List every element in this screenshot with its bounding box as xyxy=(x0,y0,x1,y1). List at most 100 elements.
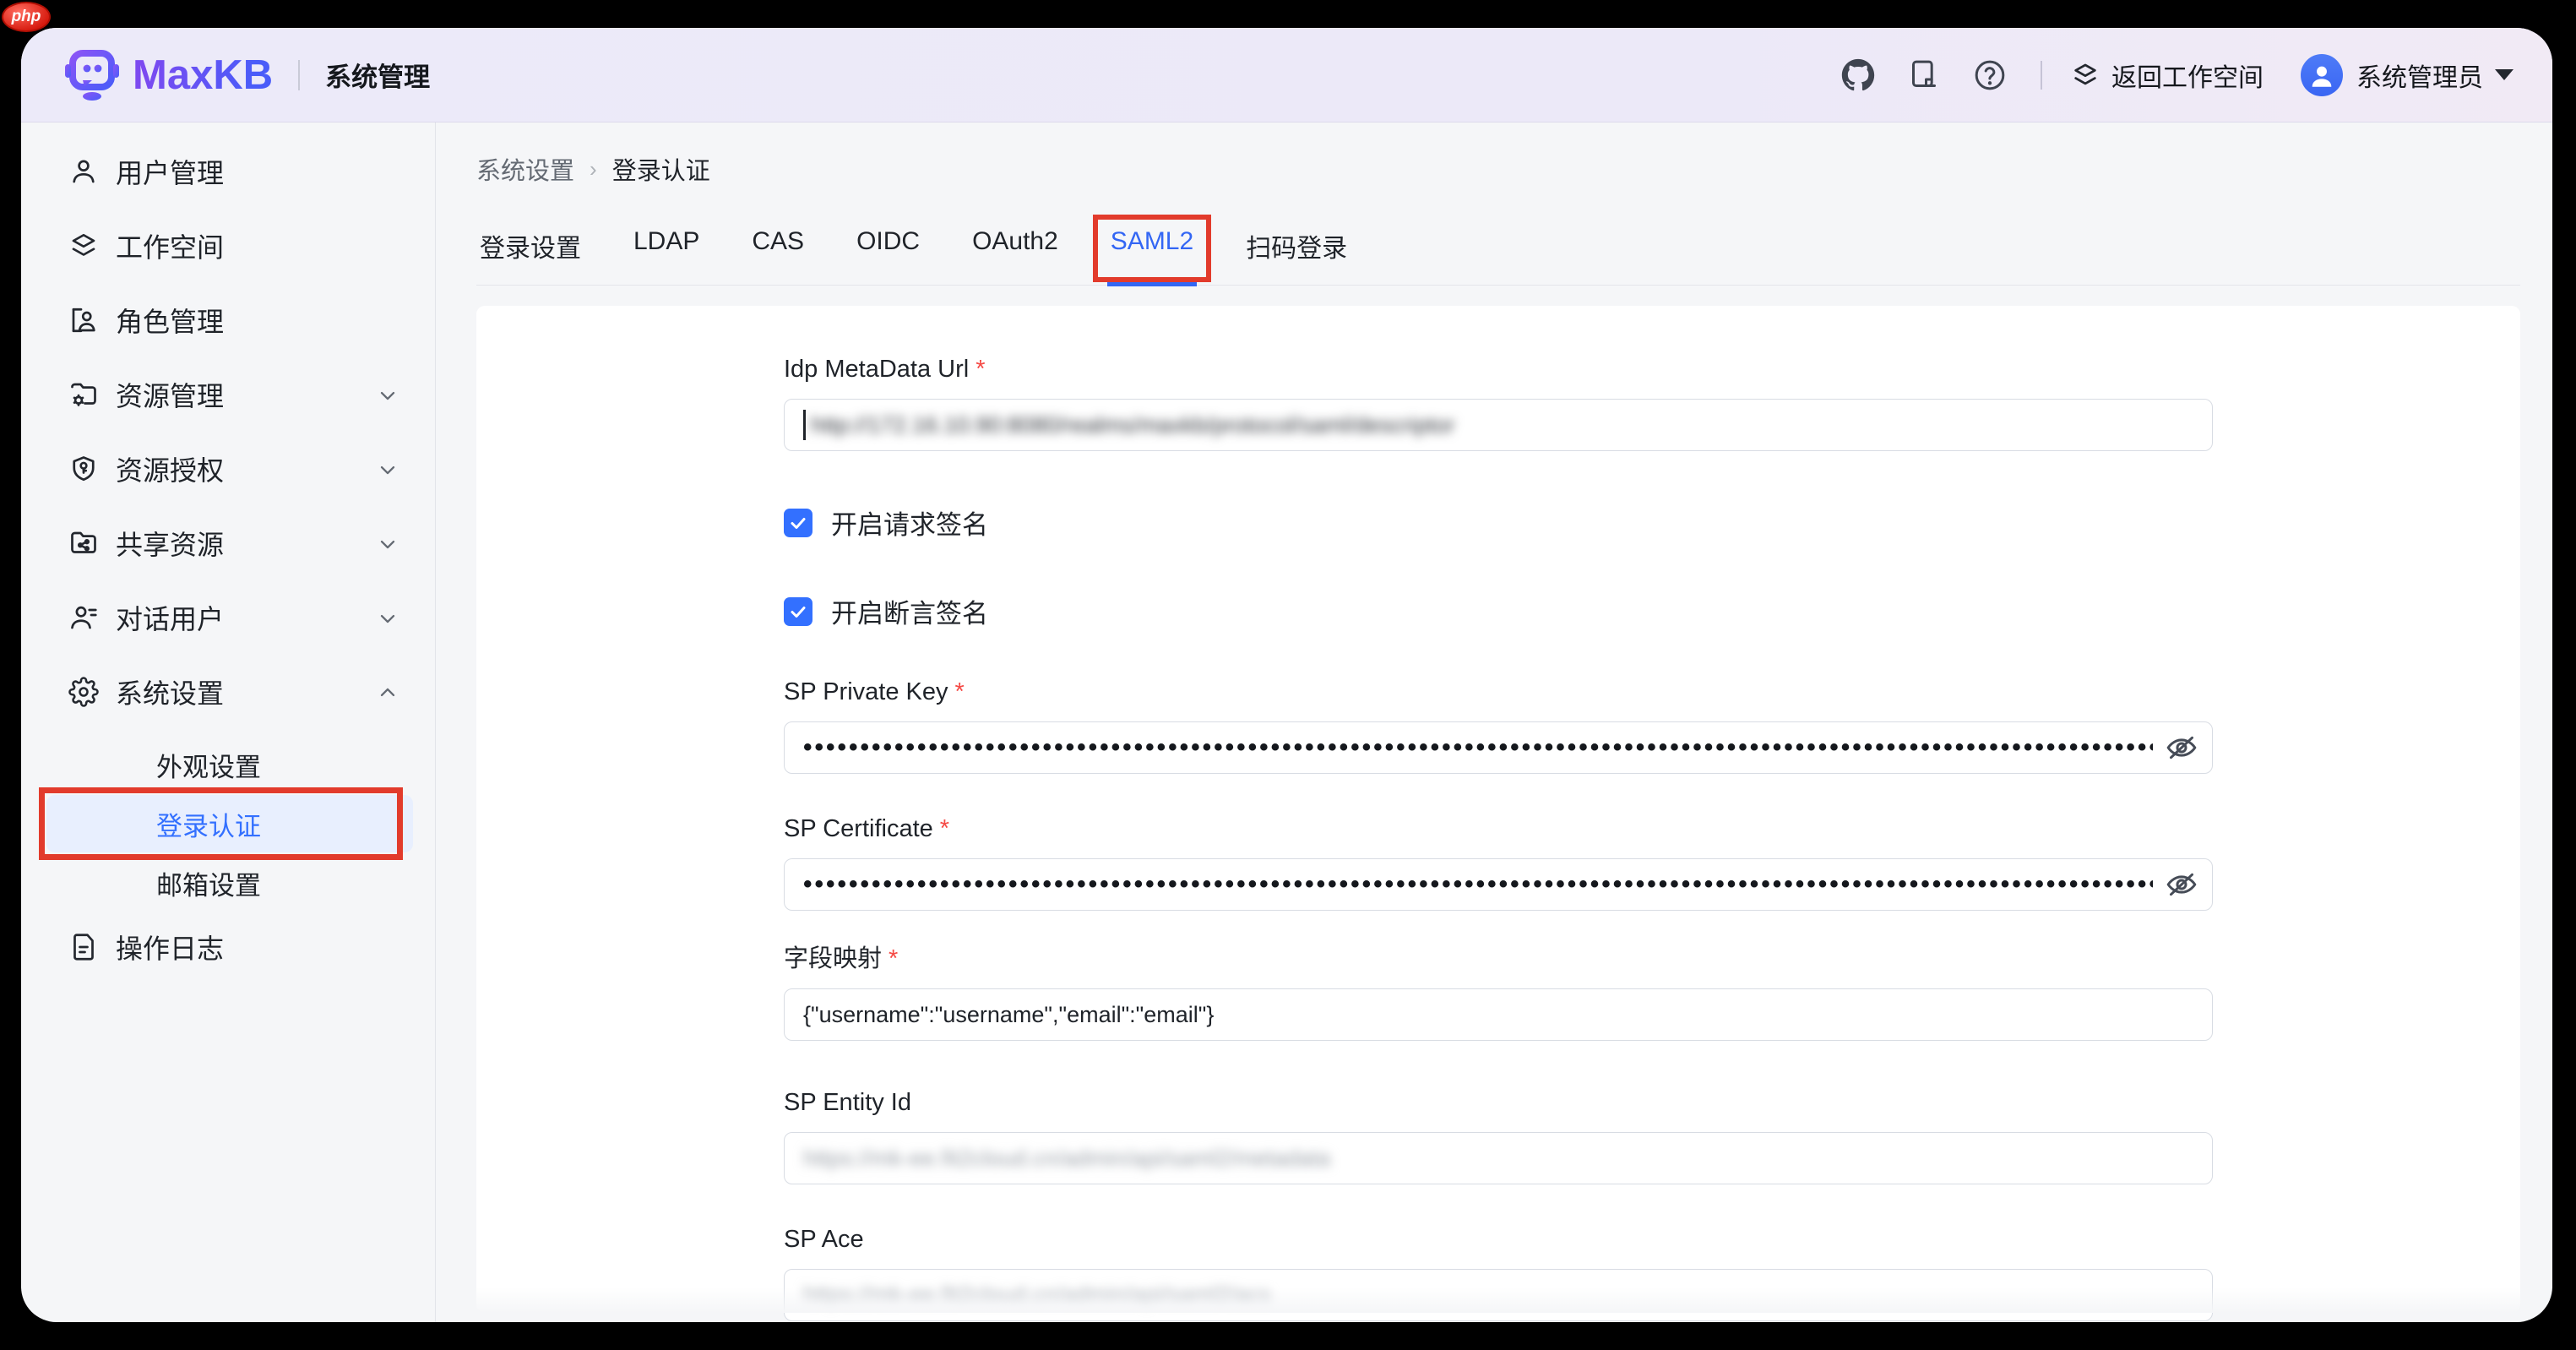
field-label-text: SP Certificate xyxy=(784,815,933,842)
sidebar-subitem-email-settings[interactable]: 邮箱设置 xyxy=(46,854,413,912)
checkbox-checked[interactable] xyxy=(784,509,812,537)
header-divider xyxy=(2041,61,2042,90)
eye-off-icon[interactable] xyxy=(2165,731,2198,765)
field-mapping-input[interactable]: {"username":"username","email":"email"} xyxy=(784,988,2213,1041)
avatar[interactable] xyxy=(2301,54,2343,96)
sp-ace-input[interactable]: https://mk-ee.fit2cloud.cn/admin/api/sam… xyxy=(784,1269,2213,1321)
sidebar-subitem-login-authentication[interactable]: 登录认证 xyxy=(46,795,413,852)
sidebar-item-workspace[interactable]: 工作空间 xyxy=(46,215,413,276)
field-label: SP Entity Id xyxy=(784,1088,2213,1117)
field-sp-certificate: SP Certificate * ••••••••••••••••••••••••… xyxy=(784,814,2213,911)
gear-icon xyxy=(68,677,99,707)
maxkb-robot-logo-icon xyxy=(65,48,119,102)
sidebar-subitem-label: 邮箱设置 xyxy=(156,864,261,902)
tab-oauth2[interactable]: OAuth2 xyxy=(969,227,1062,285)
folder-share-icon xyxy=(68,528,99,558)
eye-off-icon[interactable] xyxy=(2165,868,2198,901)
sidebar-item-system-settings[interactable]: 系统设置 xyxy=(46,661,413,722)
user-name[interactable]: 系统管理员 xyxy=(2356,57,2483,94)
checkbox-label[interactable]: 开启断言签名 xyxy=(831,592,988,630)
field-label: SP Private Key * xyxy=(784,678,2213,706)
field-label-text: SP Private Key xyxy=(784,678,948,705)
sidebar-item-label: 系统设置 xyxy=(116,672,224,711)
text-cursor xyxy=(803,410,806,440)
sidebar-item-label: 对话用户 xyxy=(116,598,224,637)
top-header: MaxKB 系统管理 xyxy=(21,28,2552,122)
tab-login-settings[interactable]: 登录设置 xyxy=(476,227,584,285)
sidebar-item-label: 用户管理 xyxy=(116,152,224,191)
sp-entity-id-input[interactable]: https://mk-ee.fit2cloud.cn/admin/api/sam… xyxy=(784,1132,2213,1184)
tab-ldap[interactable]: LDAP xyxy=(630,227,703,285)
sidebar-item-label: 资源授权 xyxy=(116,449,224,488)
sidebar-item-label: 角色管理 xyxy=(116,301,224,340)
idp-metadata-url-input[interactable]: http://172.16.10.90:8080/realms/maxkb/pr… xyxy=(784,399,2213,451)
tab-qr-login[interactable]: 扫码登录 xyxy=(1242,227,1350,285)
help-icon[interactable] xyxy=(1973,58,2007,92)
sidebar-item-chat-users[interactable]: 对话用户 xyxy=(46,587,413,648)
sp-private-key-input[interactable]: ••••••••••••••••••••••••••••••••••••••••… xyxy=(784,721,2213,774)
sidebar: 用户管理 工作空间 角色管理 资源管理 xyxy=(21,122,436,1322)
tab-label: CAS xyxy=(752,227,804,255)
layers-icon xyxy=(68,231,99,261)
tab-saml2[interactable]: SAML2 xyxy=(1107,227,1197,285)
tab-oidc[interactable]: OIDC xyxy=(853,227,923,285)
sidebar-item-resource-authorization[interactable]: 资源授权 xyxy=(46,438,413,499)
chevron-down-icon xyxy=(376,606,399,629)
sidebar-item-role-management[interactable]: 角色管理 xyxy=(46,290,413,351)
sidebar-item-shared-resources[interactable]: 共享资源 xyxy=(46,513,413,574)
maxkb-logo-text[interactable]: MaxKB xyxy=(133,52,273,99)
field-label: SP Ace xyxy=(784,1225,2213,1254)
github-icon[interactable] xyxy=(1841,58,1875,92)
back-to-workspace-label: 返回工作空间 xyxy=(2111,57,2264,94)
log-icon xyxy=(68,932,99,962)
app-body: 用户管理 工作空间 角色管理 资源管理 xyxy=(21,122,2552,1322)
back-to-workspace-button[interactable]: 返回工作空间 xyxy=(2071,57,2264,94)
app-title: 系统管理 xyxy=(325,56,430,94)
blurred-value: https://mk-ee.fit2cloud.cn/admin/api/sam… xyxy=(803,1282,1271,1309)
required-asterisk: * xyxy=(976,356,985,383)
sidebar-item-label: 工作空间 xyxy=(116,226,224,265)
role-icon xyxy=(68,305,99,335)
required-asterisk: * xyxy=(889,945,898,972)
saml2-form: Idp MetaData Url* http://172.16.10.90:80… xyxy=(784,306,2213,1321)
required-asterisk: * xyxy=(955,678,965,705)
masked-password-value: ••••••••••••••••••••••••••••••••••••••••… xyxy=(803,733,2153,762)
sp-certificate-input[interactable]: ••••••••••••••••••••••••••••••••••••••••… xyxy=(784,858,2213,911)
field-idp-metadata-url: Idp MetaData Url* http://172.16.10.90:80… xyxy=(784,355,2213,451)
caret-down-icon[interactable] xyxy=(2495,69,2514,80)
user-icon xyxy=(68,156,99,187)
field-sp-ace: SP Ace https://mk-ee.fit2cloud.cn/admin/… xyxy=(784,1225,2213,1321)
docs-icon[interactable] xyxy=(1907,58,1941,92)
tab-label: 扫码登录 xyxy=(1246,235,1347,263)
sign-assertion-checkbox-row: 开启断言签名 xyxy=(784,592,2213,630)
checkbox-label[interactable]: 开启请求签名 xyxy=(831,504,988,542)
breadcrumb-separator: › xyxy=(590,156,597,182)
tab-label: OAuth2 xyxy=(972,227,1058,255)
chevron-down-icon xyxy=(376,531,399,555)
required-asterisk: * xyxy=(940,815,949,842)
sidebar-subitem-appearance-settings[interactable]: 外观设置 xyxy=(46,736,413,793)
user-chat-icon xyxy=(68,602,99,633)
breadcrumb-current: 登录认证 xyxy=(612,151,710,187)
folder-gear-icon xyxy=(68,379,99,410)
auth-tabs: 登录设置 LDAP CAS OIDC OAuth2 SAML2 扫码登录 xyxy=(476,227,2520,286)
breadcrumb: 系统设置 › 登录认证 xyxy=(476,151,2520,187)
sidebar-item-user-management[interactable]: 用户管理 xyxy=(46,141,413,202)
tab-cas[interactable]: CAS xyxy=(748,227,807,285)
masked-password-value: ••••••••••••••••••••••••••••••••••••••••… xyxy=(803,870,2153,899)
blurred-value: http://172.16.10.90:8080/realms/maxkb/pr… xyxy=(811,412,1454,438)
main-content: 系统设置 › 登录认证 登录设置 LDAP CAS OIDC OAuth2 SA… xyxy=(436,122,2552,1322)
saml2-form-panel: Idp MetaData Url* http://172.16.10.90:80… xyxy=(476,306,2520,1313)
breadcrumb-parent[interactable]: 系统设置 xyxy=(476,151,574,187)
field-sp-entity-id: SP Entity Id https://mk-ee.fit2cloud.cn/… xyxy=(784,1088,2213,1184)
sign-request-checkbox-row: 开启请求签名 xyxy=(784,504,2213,542)
header-left: MaxKB 系统管理 xyxy=(65,48,430,102)
field-label-text: SP Ace xyxy=(784,1226,864,1253)
tab-label: LDAP xyxy=(633,227,699,255)
sidebar-item-operation-logs[interactable]: 操作日志 xyxy=(46,917,413,977)
field-sp-private-key: SP Private Key * ••••••••••••••••••••••••… xyxy=(784,678,2213,774)
checkbox-checked[interactable] xyxy=(784,597,812,626)
active-tab-underline xyxy=(1107,281,1197,286)
field-mapping: 字段映射* {"username":"username","email":"em… xyxy=(784,944,2213,1041)
sidebar-item-resource-management[interactable]: 资源管理 xyxy=(46,364,413,425)
